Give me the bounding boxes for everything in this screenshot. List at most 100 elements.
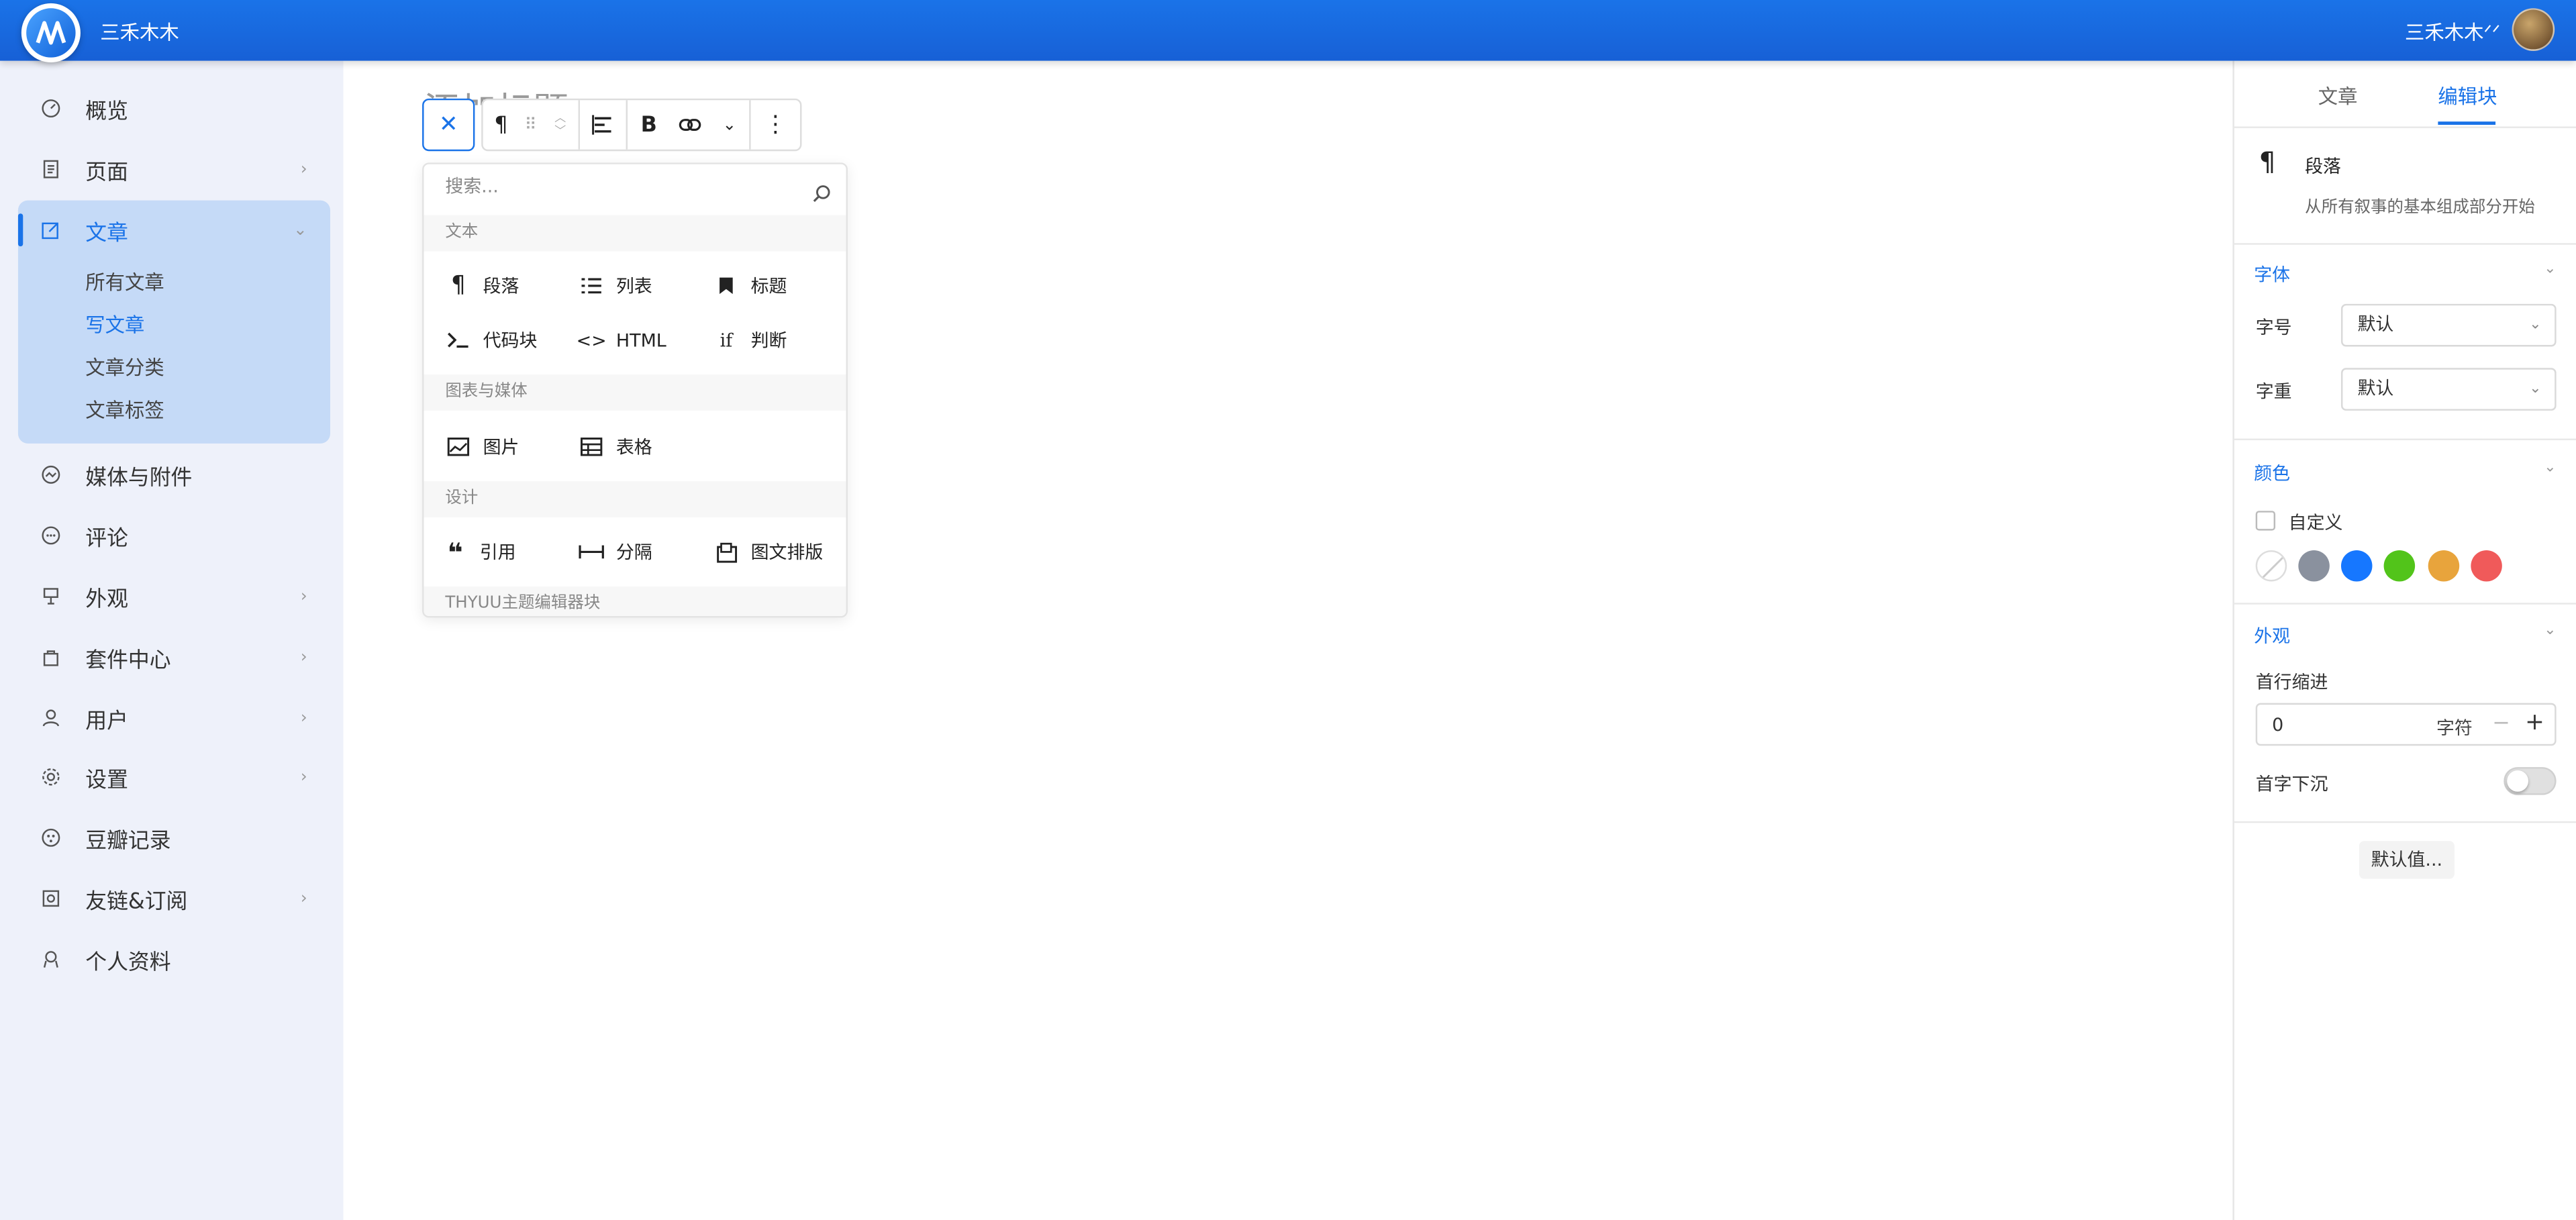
- media-text-icon: [713, 539, 739, 565]
- align-button[interactable]: [580, 100, 626, 149]
- sidebar-item-links[interactable]: 友链&订阅 ›: [18, 874, 330, 923]
- tab-block[interactable]: 编辑块: [2438, 82, 2497, 110]
- dropcap-toggle[interactable]: [2504, 767, 2557, 795]
- gear-icon: [40, 766, 62, 789]
- sidebar-item-appearance[interactable]: 外观 ›: [18, 572, 330, 621]
- block-media-text[interactable]: 图文排版: [713, 532, 823, 572]
- color-swatch-gray[interactable]: [2298, 550, 2330, 582]
- color-swatch-blue[interactable]: [2340, 550, 2373, 582]
- custom-color-label: 自定义: [2288, 512, 2343, 534]
- font-size-select[interactable]: 默认 ⌄: [2340, 303, 2557, 347]
- chevron-down-icon: ⌄: [2529, 380, 2542, 398]
- block-list[interactable]: 列表: [579, 266, 652, 306]
- indent-unit: 字符: [2436, 717, 2473, 740]
- block-paragraph[interactable]: ¶ 段落: [445, 266, 519, 306]
- chevron-up-icon: ︿: [554, 111, 566, 125]
- block-card-desc: 从所有叙事的基本组成部分开始: [2305, 199, 2535, 217]
- sidebar-item-label: 媒体与附件: [85, 465, 193, 491]
- drag-handle[interactable]: ⠿: [519, 100, 542, 149]
- search-icon[interactable]: [811, 179, 831, 211]
- block-heading[interactable]: 标题: [713, 266, 787, 306]
- minus-icon[interactable]: −: [2492, 711, 2510, 736]
- default-values-button[interactable]: 默认值...: [2359, 841, 2455, 879]
- chevron-down-icon[interactable]: ⌄: [2544, 623, 2556, 639]
- sidebar-item-extensions[interactable]: 套件中心 ›: [18, 632, 330, 681]
- sidebar-item-label: 文章: [85, 221, 128, 246]
- sidebar-item-label: 概览: [85, 99, 128, 124]
- block-quote[interactable]: ❝ 引用: [442, 532, 516, 572]
- indent-input[interactable]: 0 字符 − +: [2255, 703, 2557, 746]
- more-format-button[interactable]: ⌄: [709, 100, 749, 149]
- color-swatch-red[interactable]: [2471, 550, 2502, 582]
- dashboard-icon: [40, 97, 62, 119]
- block-condition[interactable]: if 判断: [713, 320, 787, 360]
- close-inserter-button[interactable]: ✕: [422, 98, 475, 152]
- color-swatch-none[interactable]: [2255, 550, 2287, 582]
- block-separator[interactable]: 分隔: [579, 532, 652, 572]
- sidebar: 概览 页面 › 文章 ⌄ 所有文章 写文章 文章分类 文章标签 媒体与附件 评论…: [0, 60, 344, 1220]
- custom-color-checkbox[interactable]: [2255, 511, 2276, 531]
- block-code[interactable]: 代码块: [445, 320, 537, 360]
- sub-item-categories[interactable]: 文章分类: [85, 353, 164, 381]
- block-label: 图文排版: [750, 542, 824, 564]
- color-swatch-green[interactable]: [2383, 550, 2416, 582]
- sub-item-tags[interactable]: 文章标签: [85, 396, 164, 424]
- chevron-right-icon: ›: [300, 768, 307, 786]
- block-table[interactable]: 表格: [579, 427, 652, 466]
- sidebar-item-posts[interactable]: 文章 ⌄: [18, 205, 330, 254]
- sidebar-item-media[interactable]: 媒体与附件: [18, 450, 330, 499]
- site-logo[interactable]: [21, 3, 81, 63]
- move-buttons[interactable]: ︿ ﹀: [542, 100, 579, 149]
- chevron-right-icon: ›: [300, 160, 307, 179]
- site-name[interactable]: 三禾木木: [100, 18, 179, 46]
- block-options-button[interactable]: ⋮: [751, 100, 800, 149]
- block-html[interactable]: <> HTML: [577, 320, 666, 360]
- bold-button[interactable]: B: [628, 100, 671, 149]
- media-icon: [40, 463, 62, 486]
- sidebar-item-profile[interactable]: 个人资料: [18, 935, 330, 984]
- comment-icon: [40, 524, 62, 547]
- indent-label: 首行缩进: [2255, 672, 2328, 693]
- divider: [2234, 603, 2576, 605]
- sub-item-all-posts[interactable]: 所有文章: [85, 268, 164, 296]
- sidebar-item-overview[interactable]: 概览: [18, 84, 330, 133]
- paragraph-block-button[interactable]: ¶: [483, 100, 519, 149]
- section-color-title[interactable]: 颜色: [2254, 460, 2290, 486]
- sidebar-item-douban[interactable]: 豆瓣记录: [18, 813, 330, 862]
- sidebar-item-users[interactable]: 用户 ›: [18, 693, 330, 742]
- bag-icon: [40, 646, 62, 668]
- list-icon: [579, 272, 605, 299]
- block-image[interactable]: 图片: [445, 427, 519, 466]
- block-label: 分隔: [615, 542, 652, 564]
- select-value: 默认: [2357, 377, 2394, 399]
- color-swatch-orange[interactable]: [2428, 550, 2460, 582]
- user-name[interactable]: 三禾木木ᐟᐟ: [2405, 18, 2500, 46]
- paragraph-icon: ¶: [450, 272, 466, 299]
- toggle-knob: [2507, 770, 2529, 792]
- sidebar-item-pages[interactable]: 页面 ›: [18, 144, 330, 193]
- sub-item-write-post[interactable]: 写文章: [85, 311, 144, 339]
- tab-post[interactable]: 文章: [2318, 82, 2358, 110]
- divider: [2234, 438, 2576, 440]
- link-icon: [40, 887, 62, 910]
- chevron-down-icon[interactable]: ⌄: [2544, 261, 2556, 277]
- search-input[interactable]: [445, 175, 807, 197]
- section-appearance-title[interactable]: 外观: [2254, 623, 2290, 649]
- appearance-icon: [40, 584, 62, 607]
- more-vertical-icon: ⋮: [764, 111, 787, 138]
- block-label: 判断: [750, 329, 787, 352]
- link-button[interactable]: [671, 100, 710, 149]
- avatar[interactable]: [2512, 8, 2555, 51]
- sidebar-item-comments[interactable]: 评论: [18, 511, 330, 560]
- font-weight-select[interactable]: 默认 ⌄: [2340, 368, 2557, 411]
- chevron-down-icon[interactable]: ⌄: [2544, 460, 2556, 476]
- plus-icon[interactable]: +: [2525, 709, 2544, 735]
- block-label: 图片: [483, 437, 519, 458]
- user-icon: [40, 707, 62, 729]
- bold-icon: B: [640, 112, 657, 138]
- font-weight-label: 字重: [2255, 380, 2292, 403]
- sidebar-item-settings[interactable]: 设置 ›: [18, 752, 330, 801]
- section-font-title[interactable]: 字体: [2254, 261, 2290, 287]
- image-icon: [445, 434, 471, 460]
- link-icon: [679, 119, 701, 131]
